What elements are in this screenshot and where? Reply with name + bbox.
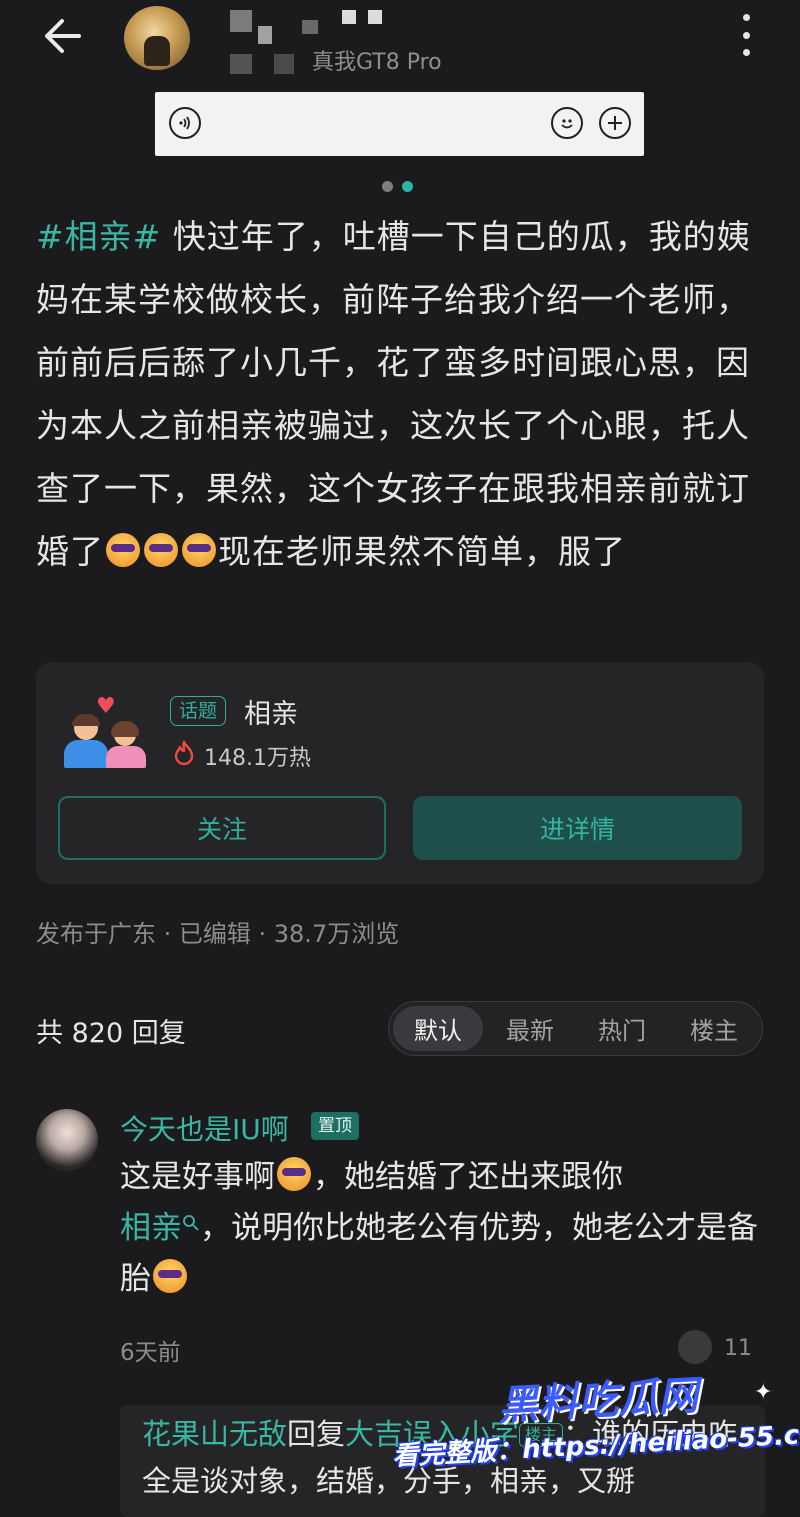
voice-icon[interactable] xyxy=(169,107,201,139)
emoji-icon[interactable] xyxy=(551,107,583,139)
reply-from[interactable]: 花果山无敌 xyxy=(142,1417,287,1451)
cool-face-emoji-icon xyxy=(182,533,216,567)
commenter-avatar[interactable] xyxy=(36,1109,98,1171)
cool-face-emoji-icon xyxy=(106,533,140,567)
comment-time: 6天前 xyxy=(120,1340,181,1366)
like-icon[interactable] xyxy=(678,1330,712,1364)
topic-card[interactable]: ♥ 话题 相亲 148.1万热 关注 进详情 xyxy=(36,662,764,884)
post-text-2: 现在老师果然不简单，服了 xyxy=(218,532,626,571)
topic-link[interactable]: 相亲 xyxy=(120,1210,200,1246)
like-count: 11 xyxy=(724,1336,752,1361)
comment-text-c: ，说明你比她老公有优势，她老公才是备胎 xyxy=(120,1210,758,1297)
carousel-dot xyxy=(382,181,393,192)
reply-count: 共 820 回复 xyxy=(36,1018,186,1049)
comment-text-a: 这是好事啊 xyxy=(120,1159,275,1195)
sparkle-icon: ✦ xyxy=(754,1380,773,1405)
dot-icon xyxy=(742,14,750,21)
tab-latest[interactable]: 最新 xyxy=(485,1006,575,1051)
post-body: #相亲# 快过年了，吐槽一下自己的瓜，我的姨妈在某学校做校长，前阵子给我介绍一个… xyxy=(36,205,766,583)
post-meta: 发布于广东 · 已编辑 · 38.7万浏览 xyxy=(36,920,400,948)
post-text-1: 快过年了，吐槽一下自己的瓜，我的姨妈在某学校做校长，前阵子给我介绍一个老师，前前… xyxy=(36,217,751,571)
more-options-button[interactable] xyxy=(734,14,758,56)
device-label: 真我GT8 Pro xyxy=(312,50,442,75)
media-bar[interactable] xyxy=(155,92,644,156)
couple-icon: ♥ xyxy=(64,694,150,768)
tab-hot[interactable]: 热门 xyxy=(577,1006,667,1051)
view-detail-button[interactable]: 进详情 xyxy=(413,796,742,860)
topic-heat: 148.1万热 xyxy=(204,746,311,771)
tab-op[interactable]: 楼主 xyxy=(669,1006,759,1051)
reply-verb: 回复 xyxy=(287,1417,346,1451)
carousel-indicator xyxy=(382,181,413,192)
follow-button[interactable]: 关注 xyxy=(58,796,386,860)
back-button[interactable] xyxy=(38,14,86,58)
fire-icon xyxy=(174,740,194,766)
author-avatar[interactable] xyxy=(124,6,190,70)
topic-link-label: 相亲 xyxy=(120,1210,182,1246)
topic-chip: 话题 xyxy=(170,696,227,726)
post-hashtag[interactable]: #相亲# xyxy=(36,217,161,256)
dot-icon xyxy=(742,49,750,56)
topic-name: 相亲 xyxy=(244,699,298,730)
tab-default[interactable]: 默认 xyxy=(393,1006,483,1051)
comment-text: 这是好事啊 ，她结婚了还出来跟你相亲 ，说明你比她老公有优势，她老公才是备胎 xyxy=(120,1152,760,1305)
cool-face-emoji-icon xyxy=(277,1157,311,1191)
add-icon[interactable] xyxy=(599,107,631,139)
cool-face-emoji-icon xyxy=(153,1259,187,1293)
sort-tabs: 默认 最新 热门 楼主 xyxy=(388,1001,763,1056)
search-icon xyxy=(183,1215,199,1231)
commenter-name[interactable]: 今天也是IU啊 xyxy=(120,1108,289,1148)
cool-face-emoji-icon xyxy=(144,533,178,567)
dot-icon xyxy=(742,31,750,39)
carousel-dot-active xyxy=(402,181,413,192)
comment-text-b: ，她结婚了还出来跟你 xyxy=(313,1159,623,1195)
back-arrow-icon xyxy=(45,19,81,53)
pinned-badge: 置顶 xyxy=(311,1112,359,1140)
